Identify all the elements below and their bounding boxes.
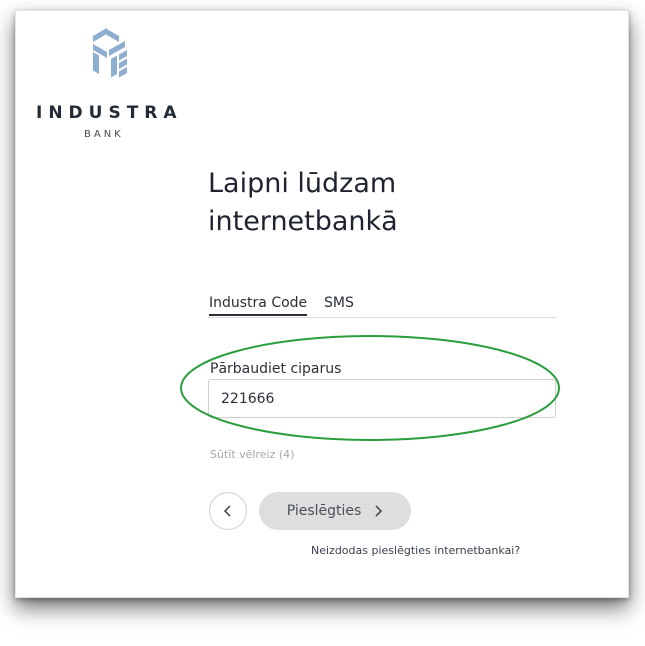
chevron-right-icon (375, 505, 383, 517)
code-input[interactable] (208, 379, 556, 418)
page-title-line-1: Laipni lūdzam (208, 168, 397, 199)
brand-logo: INDUSTRA BANK (20, 20, 200, 140)
tab-industra-code[interactable]: Industra Code (209, 295, 308, 316)
brand-name: INDUSTRA (36, 103, 183, 123)
chevron-left-icon (223, 505, 231, 517)
tab-sms[interactable]: SMS (324, 295, 354, 311)
industra-logo-icon (93, 28, 127, 78)
code-field-label: Pārbaudiet ciparus (210, 361, 342, 377)
page-title-line-2: internetbankā (208, 206, 398, 237)
login-button[interactable]: Pieslēgties (259, 492, 411, 530)
resend-link[interactable]: Sūtīt vēlreiz (4) (210, 448, 294, 461)
brand-subtitle: BANK (84, 129, 124, 140)
login-help-link[interactable]: Neizdodas pieslēgties internetbankai? (311, 544, 520, 557)
back-button[interactable] (209, 492, 247, 530)
screenshot-stage: INDUSTRA BANK Laipni lūdzam internetbank… (0, 0, 645, 646)
page-title: Laipni lūdzam internetbankā (208, 165, 508, 241)
auth-method-tabs: Industra Code SMS (208, 295, 556, 318)
login-button-label: Pieslēgties (286, 503, 362, 519)
